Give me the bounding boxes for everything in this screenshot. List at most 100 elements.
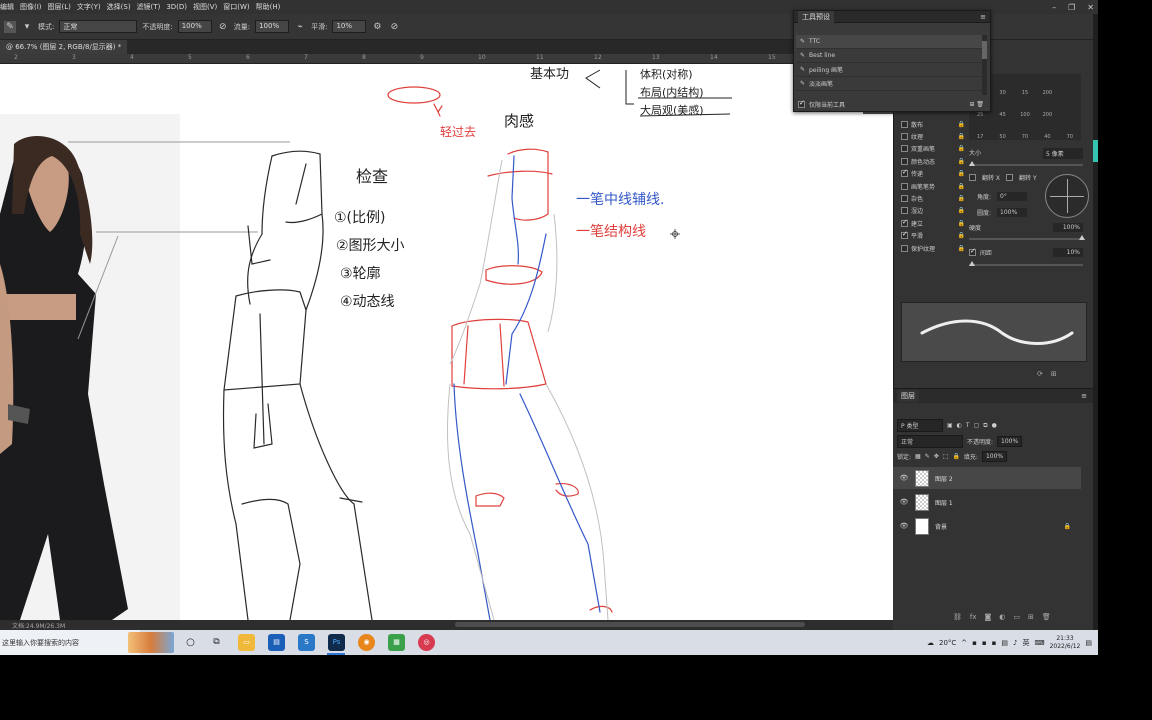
- store-icon[interactable]: ▤: [268, 634, 285, 651]
- horizontal-scrollbar[interactable]: [455, 622, 805, 627]
- adjustment-layer-icon[interactable]: ◐: [999, 613, 1005, 621]
- lock-icon[interactable]: 🔒: [958, 232, 965, 239]
- add-mask-icon[interactable]: ◙: [985, 613, 992, 621]
- brush-option-wet-edges[interactable]: 湿边 🔒: [901, 205, 965, 217]
- document-tab[interactable]: @ 66.7% (图层 2, RGB/8/显示器) *: [0, 40, 128, 54]
- taskbar-search[interactable]: 这里输入你要搜索的内容: [0, 630, 140, 655]
- gear-icon[interactable]: ⚙: [371, 21, 383, 33]
- toggle-preview-icon[interactable]: ⟳: [1037, 370, 1043, 378]
- brush-pose-checkbox[interactable]: [901, 182, 908, 190]
- new-layer-icon[interactable]: ⊞: [1028, 613, 1034, 621]
- tip-size[interactable]: 100: [1014, 112, 1036, 118]
- menu-type[interactable]: 文字(Y): [77, 2, 107, 12]
- tip-size[interactable]: 45: [991, 112, 1013, 118]
- brush-option-dual-brush[interactable]: 双重画笔 🔒: [901, 143, 965, 155]
- filter-pixel-icon[interactable]: ▣: [947, 422, 953, 429]
- menu-edit[interactable]: 编辑: [0, 2, 20, 12]
- brush-option-noise[interactable]: 杂色 🔒: [901, 192, 965, 204]
- clock[interactable]: 21:33 2022/6/12: [1050, 635, 1081, 651]
- lock-icon[interactable]: 🔒: [958, 245, 965, 252]
- lock-position-icon[interactable]: ✥: [934, 453, 939, 460]
- menu-window[interactable]: 窗口(W): [223, 2, 255, 12]
- roundness-input[interactable]: 100%: [997, 208, 1028, 217]
- pressure-size-icon[interactable]: ⊘: [388, 21, 400, 33]
- size-input[interactable]: 5 像素: [1043, 148, 1083, 159]
- layer-name[interactable]: 背景: [935, 522, 947, 531]
- network-icon[interactable]: ▤: [1001, 639, 1008, 647]
- preset-item[interactable]: ✎ 淡淡画笔: [796, 77, 982, 91]
- notification-icon[interactable]: ▤: [1085, 639, 1092, 647]
- menu-3d[interactable]: 3D(D): [166, 3, 193, 11]
- layer-name[interactable]: 图层 1: [935, 498, 953, 507]
- eye-icon[interactable]: 👁: [899, 474, 909, 482]
- panel-menu-icon[interactable]: ≡: [1081, 392, 1087, 400]
- spacing-value[interactable]: 10%: [1053, 248, 1083, 257]
- lock-transparent-icon[interactable]: ▦: [915, 453, 921, 460]
- size-slider[interactable]: [969, 161, 1083, 166]
- color-dynamics-checkbox[interactable]: [901, 157, 908, 165]
- brush-option-build-up[interactable]: 建立🔒: [901, 217, 965, 229]
- menu-help[interactable]: 帮助(H): [256, 2, 287, 12]
- layer-name[interactable]: 图层 2: [935, 474, 953, 483]
- restore-icon[interactable]: ❐: [1068, 3, 1075, 12]
- filter-adjustment-icon[interactable]: ◐: [957, 422, 962, 429]
- brush-option-smoothing[interactable]: 平滑🔒: [901, 230, 965, 242]
- mode-select[interactable]: 正常: [59, 20, 138, 33]
- fill-input[interactable]: 100%: [981, 451, 1008, 462]
- tool-presets-tab[interactable]: 工具预设: [798, 10, 834, 23]
- new-brush-icon[interactable]: ⊞: [1051, 370, 1057, 378]
- lock-icon[interactable]: 🔒: [958, 195, 965, 202]
- cortana-icon[interactable]: ○: [182, 634, 199, 651]
- lock-artboard-icon[interactable]: ⬚: [943, 453, 949, 460]
- noise-checkbox[interactable]: [901, 195, 908, 203]
- weather-icon[interactable]: ☁: [927, 639, 934, 647]
- scatter-checkbox[interactable]: [901, 120, 908, 128]
- hardness-value[interactable]: 100%: [1053, 223, 1083, 232]
- smoothing-input[interactable]: 10%: [332, 20, 367, 33]
- hardness-slider[interactable]: [969, 235, 1085, 240]
- preset-item[interactable]: ✎ peiling 画笔: [796, 63, 982, 77]
- current-tool-only-checkbox[interactable]: [798, 99, 805, 108]
- flow-input[interactable]: 100%: [255, 20, 290, 33]
- spacing-checkbox[interactable]: [969, 247, 976, 256]
- brush-option-protect-texture[interactable]: 保护纹理 🔒: [901, 242, 965, 254]
- size-slider-handle[interactable]: [969, 161, 975, 166]
- scroll-indicator[interactable]: [1093, 140, 1098, 162]
- menu-layer[interactable]: 图层(L): [48, 2, 77, 12]
- menu-view[interactable]: 视图(V): [193, 2, 223, 12]
- lock-icon[interactable]: 🔒: [958, 133, 965, 140]
- lock-icon[interactable]: 🔒: [958, 207, 965, 214]
- lock-all-icon[interactable]: 🔒: [952, 453, 959, 460]
- filter-type-icon[interactable]: T: [966, 422, 970, 429]
- layers-tab[interactable]: 图层: [897, 390, 919, 402]
- tray-app-icon[interactable]: ▪: [982, 639, 987, 647]
- tip-size[interactable]: 40: [1036, 134, 1058, 140]
- brush-tool-icon[interactable]: ✎: [4, 20, 16, 33]
- lock-icon[interactable]: 🔒: [958, 220, 965, 227]
- tip-size[interactable]: 25: [969, 112, 991, 118]
- new-preset-icon[interactable]: ⊞ 🗑: [969, 101, 984, 108]
- lock-paint-icon[interactable]: ✎: [925, 453, 930, 460]
- temperature[interactable]: 20°C: [939, 639, 956, 647]
- filter-toggle-icon[interactable]: ●: [992, 422, 997, 429]
- lock-icon[interactable]: 🔒: [958, 158, 965, 165]
- smoothing-checkbox[interactable]: [901, 230, 908, 240]
- brush-option-brush-pose[interactable]: 画笔笔势 🔒: [901, 180, 965, 192]
- lock-icon[interactable]: 🔒: [958, 170, 965, 177]
- lock-icon[interactable]: 🔒: [958, 121, 965, 128]
- airbrush-icon[interactable]: ⌁: [294, 21, 306, 33]
- spacing-slider[interactable]: [969, 261, 1083, 266]
- filter-smart-object-icon[interactable]: ⧉: [983, 422, 987, 430]
- keyboard-icon[interactable]: ⌨: [1035, 639, 1045, 647]
- menu-image[interactable]: 图像(I): [20, 2, 48, 12]
- dual-brush-checkbox[interactable]: [901, 145, 908, 153]
- tip-size[interactable]: 200: [1036, 90, 1058, 96]
- layer-opacity-input[interactable]: 100%: [997, 436, 1023, 447]
- file-explorer-icon[interactable]: ▭: [238, 634, 255, 651]
- menu-select[interactable]: 选择(S): [107, 2, 137, 12]
- tip-size[interactable]: 30: [991, 90, 1013, 96]
- transfer-checkbox[interactable]: [901, 168, 908, 178]
- eye-icon[interactable]: 👁: [899, 498, 909, 506]
- tip-size[interactable]: 50: [991, 134, 1013, 140]
- layer-row-background[interactable]: 👁 背景 🔒: [893, 515, 1081, 537]
